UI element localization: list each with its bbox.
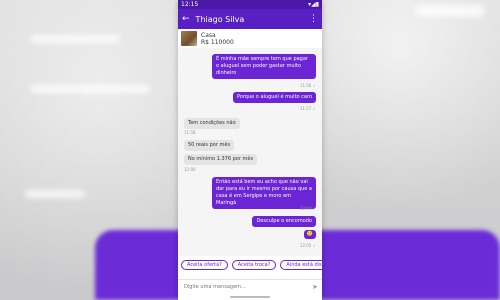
message-outgoing: 🙁 [303, 230, 316, 239]
blurred-text-block [25, 190, 85, 198]
message-time-text: 12:04 [299, 206, 312, 211]
message-outgoing: Porque o aluguel é muito caro [232, 92, 316, 103]
message-time-text: 11:57 [299, 106, 312, 111]
phone-screen: 12:15 ▾◢▮ ← Thiago Silva ⋮ Casa R$ 11000… [178, 0, 322, 300]
read-check-icon: ✓ [312, 206, 316, 211]
message-time: 11:56 ✓ [300, 83, 316, 88]
blurred-text-block [30, 35, 120, 43]
more-options-icon[interactable]: ⋮ [309, 14, 318, 24]
status-time: 12:15 [181, 1, 199, 8]
contact-name[interactable]: Thiago Silva [196, 15, 303, 24]
message-incoming: No mínimo 1.376 por mês [184, 154, 258, 165]
blurred-text-block [30, 85, 150, 93]
message-outgoing: Desculpe o encomodo [252, 216, 316, 227]
message-time: 11:58 [184, 130, 196, 135]
message-time-text: 12:05 [299, 243, 312, 248]
message-incoming: 50 reais por mês [184, 140, 235, 151]
system-nav-bar [178, 295, 322, 300]
back-arrow-icon[interactable]: ← [182, 14, 190, 24]
status-bar: 12:15 ▾◢▮ [178, 0, 322, 9]
message-time: 12:00 [184, 167, 196, 172]
read-check-icon: ✓ [312, 83, 316, 88]
message-outgoing: Então está bem eu acho que não vai dar p… [212, 177, 316, 209]
blurred-text-block [415, 5, 485, 17]
message-outgoing: É minha mãe sempre tem que pagar o alugu… [212, 54, 316, 79]
listing-title: Casa [201, 31, 216, 39]
message-composer: ➤ [178, 279, 322, 294]
status-icons: ▾◢▮ [308, 1, 319, 8]
message-time: 12:05 ✓ [300, 243, 316, 248]
read-check-icon: ✓ [312, 243, 316, 248]
quick-reply-trade[interactable]: Aceita troca? [231, 260, 277, 270]
listing-thumbnail [181, 31, 197, 46]
listing-info: Casa R$ 110000 [201, 32, 234, 46]
read-check-icon: ✓ [312, 106, 316, 111]
listing-price: R$ 110000 [201, 38, 234, 46]
chat-header: ← Thiago Silva ⋮ [178, 9, 322, 29]
message-time: 11:57 ✓ [300, 106, 316, 111]
message-time-text: 11:56 [299, 83, 312, 88]
quick-replies: Aceita oferta? Aceita troca? Ainda está … [178, 258, 322, 272]
quick-reply-available[interactable]: Ainda está dispo [280, 260, 322, 270]
message-list: É minha mãe sempre tem que pagar o alugu… [178, 48, 322, 256]
message-incoming: Tem condições não [184, 118, 240, 129]
quick-reply-offer[interactable]: Aceita oferta? [181, 260, 228, 270]
listing-card[interactable]: Casa R$ 110000 [178, 29, 322, 49]
send-icon[interactable]: ➤ [312, 283, 318, 291]
message-input[interactable] [182, 283, 313, 291]
home-indicator[interactable] [230, 296, 270, 298]
message-time: 12:04 ✓ [300, 206, 316, 211]
